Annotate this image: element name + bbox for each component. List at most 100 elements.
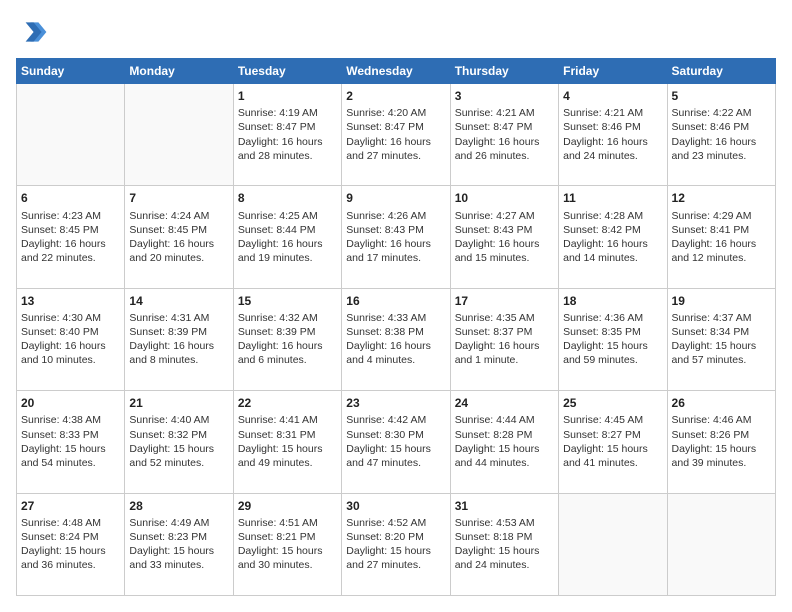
day-info: Sunset: 8:23 PM	[129, 530, 228, 544]
day-info: Daylight: 15 hours	[455, 544, 554, 558]
header-cell-monday: Monday	[125, 59, 233, 84]
day-info: Daylight: 16 hours	[238, 237, 337, 251]
day-info: and 14 minutes.	[563, 251, 662, 265]
day-info: and 47 minutes.	[346, 456, 445, 470]
day-number: 14	[129, 293, 228, 309]
header-cell-friday: Friday	[559, 59, 667, 84]
day-info: Sunset: 8:20 PM	[346, 530, 445, 544]
day-number: 4	[563, 88, 662, 104]
day-info: Sunrise: 4:51 AM	[238, 516, 337, 530]
day-info: Sunrise: 4:27 AM	[455, 209, 554, 223]
day-info: Sunset: 8:47 PM	[238, 120, 337, 134]
day-info: Sunrise: 4:45 AM	[563, 413, 662, 427]
day-info: Sunrise: 4:30 AM	[21, 311, 120, 325]
day-cell: 26Sunrise: 4:46 AMSunset: 8:26 PMDayligh…	[667, 391, 775, 493]
day-info: Daylight: 16 hours	[672, 135, 771, 149]
logo	[16, 16, 52, 48]
day-number: 18	[563, 293, 662, 309]
calendar-table: SundayMondayTuesdayWednesdayThursdayFrid…	[16, 58, 776, 596]
day-info: Sunrise: 4:44 AM	[455, 413, 554, 427]
calendar-body: 1 Sunrise: 4:19 AMSunset: 8:47 PM Daylight…	[17, 84, 776, 596]
day-cell: 1Sunrise: 4:19 AMSunset: 8:47 PMDaylight…	[233, 84, 341, 186]
day-cell: 14Sunrise: 4:31 AMSunset: 8:39 PMDayligh…	[125, 288, 233, 390]
day-info: Sunrise: 4:31 AM	[129, 311, 228, 325]
day-info: and 28 minutes.	[238, 149, 337, 163]
day-info: Sunset: 8:46 PM	[563, 120, 662, 134]
day-number: 26	[672, 395, 771, 411]
day-info: Sunrise: 4:24 AM	[129, 209, 228, 223]
header-cell-tuesday: Tuesday	[233, 59, 341, 84]
day-info: Sunset: 8:39 PM	[129, 325, 228, 339]
day-number: 21	[129, 395, 228, 411]
day-info: Daylight: 16 hours	[563, 237, 662, 251]
day-info: and 57 minutes.	[672, 353, 771, 367]
day-number: 11	[563, 190, 662, 206]
day-info: Sunrise: 4:25 AM	[238, 209, 337, 223]
day-info: Sunset: 8:38 PM	[346, 325, 445, 339]
day-info: Sunset: 8:28 PM	[455, 428, 554, 442]
day-number: 7	[129, 190, 228, 206]
day-number: 23	[346, 395, 445, 411]
day-info: Sunrise: 4:41 AM	[238, 413, 337, 427]
day-cell: 11 Sunrise: 4:28 AMSunset: 8:42 PMDayligh…	[559, 186, 667, 288]
day-number: 15	[238, 293, 337, 309]
day-cell: 12Sunrise: 4:29 AMSunset: 8:41 PMDayligh…	[667, 186, 775, 288]
day-info: Sunset: 8:34 PM	[672, 325, 771, 339]
day-info: Daylight: 16 hours	[346, 339, 445, 353]
day-info: and 8 minutes.	[129, 353, 228, 367]
day-info: Sunrise: 4:49 AM	[129, 516, 228, 530]
day-info: Sunrise: 4:21 AM	[455, 106, 554, 120]
day-info: Sunset: 8:30 PM	[346, 428, 445, 442]
day-info: and 36 minutes.	[21, 558, 120, 572]
day-info: and 15 minutes.	[455, 251, 554, 265]
day-info: Sunrise: 4:19 AM	[238, 106, 337, 120]
day-cell: 8Sunrise: 4:25 AMSunset: 8:44 PMDaylight…	[233, 186, 341, 288]
day-info: and 27 minutes.	[346, 149, 445, 163]
day-info: Daylight: 15 hours	[455, 442, 554, 456]
day-info: Sunrise: 4:28 AM	[563, 209, 662, 223]
day-info: and 41 minutes.	[563, 456, 662, 470]
day-cell	[125, 84, 233, 186]
day-cell: 15Sunrise: 4:32 AMSunset: 8:39 PMDayligh…	[233, 288, 341, 390]
day-info: Sunset: 8:45 PM	[21, 223, 120, 237]
day-info: Sunrise: 4:21 AM	[563, 106, 662, 120]
day-info: Sunset: 8:24 PM	[21, 530, 120, 544]
day-cell: 27Sunrise: 4:48 AMSunset: 8:24 PMDayligh…	[17, 493, 125, 595]
day-number: 20	[21, 395, 120, 411]
day-info: Sunset: 8:42 PM	[563, 223, 662, 237]
day-number: 5	[672, 88, 771, 104]
day-info: and 23 minutes.	[672, 149, 771, 163]
day-info: Daylight: 15 hours	[129, 544, 228, 558]
day-info: Daylight: 15 hours	[563, 339, 662, 353]
day-info: Sunrise: 4:32 AM	[238, 311, 337, 325]
day-cell: 4 Sunrise: 4:21 AMSunset: 8:46 PMDaylight…	[559, 84, 667, 186]
day-info: Daylight: 15 hours	[346, 442, 445, 456]
day-info: Daylight: 15 hours	[672, 339, 771, 353]
day-info: Sunrise: 4:42 AM	[346, 413, 445, 427]
day-number: 19	[672, 293, 771, 309]
day-number: 29	[238, 498, 337, 514]
day-info: Daylight: 16 hours	[21, 339, 120, 353]
day-number: 1	[238, 88, 337, 104]
week-row: 20Sunrise: 4:38 AMSunset: 8:33 PMDayligh…	[17, 391, 776, 493]
day-info: Daylight: 16 hours	[129, 237, 228, 251]
day-info: Sunset: 8:18 PM	[455, 530, 554, 544]
day-cell	[17, 84, 125, 186]
day-cell: 10Sunrise: 4:27 AMSunset: 8:43 PMDayligh…	[450, 186, 558, 288]
day-info: Sunset: 8:32 PM	[129, 428, 228, 442]
day-cell: 13Sunrise: 4:30 AMSunset: 8:40 PMDayligh…	[17, 288, 125, 390]
week-row: 1 Sunrise: 4:19 AMSunset: 8:47 PM Daylight…	[17, 84, 776, 186]
day-info: Sunrise: 4:35 AM	[455, 311, 554, 325]
day-number: 6	[21, 190, 120, 206]
day-info: Daylight: 15 hours	[346, 544, 445, 558]
day-info: Daylight: 15 hours	[129, 442, 228, 456]
day-info: Sunset: 8:39 PM	[238, 325, 337, 339]
header-row: SundayMondayTuesdayWednesdayThursdayFrid…	[17, 59, 776, 84]
day-info: and 4 minutes.	[346, 353, 445, 367]
day-info: Sunset: 8:46 PM	[672, 120, 771, 134]
day-info: Daylight: 16 hours	[563, 135, 662, 149]
day-info: Sunrise: 4:23 AM	[21, 209, 120, 223]
day-info: and 49 minutes.	[238, 456, 337, 470]
logo-icon	[16, 16, 48, 48]
day-cell: 30Sunrise: 4:52 AMSunset: 8:20 PMDayligh…	[342, 493, 450, 595]
